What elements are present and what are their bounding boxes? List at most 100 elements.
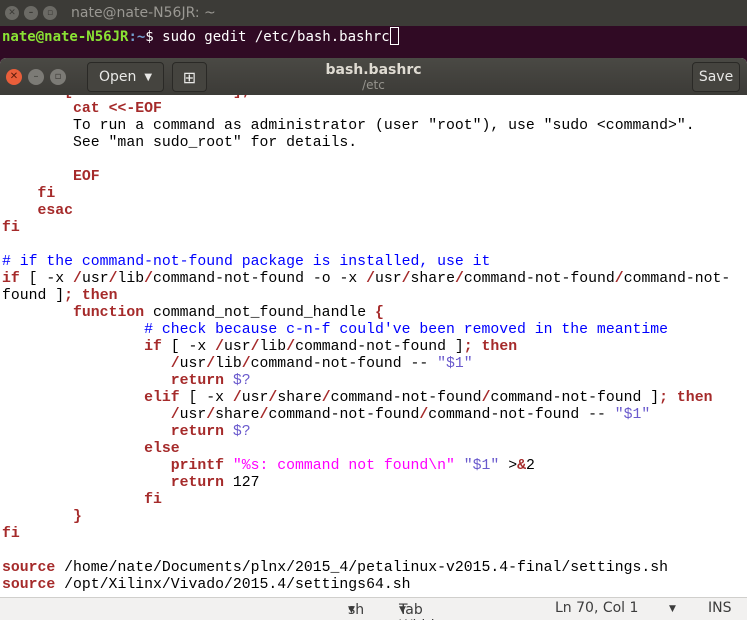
code-token: share: [277, 390, 322, 406]
terminal-minimize-button[interactable]: –: [24, 6, 38, 20]
prompt-path: :~: [128, 29, 146, 45]
code-token: $?: [232, 424, 251, 440]
code-token: /: [366, 271, 376, 287]
new-tab-button[interactable]: ⊞: [172, 62, 207, 92]
code-token: return: [170, 373, 224, 389]
terminal-close-button[interactable]: ✕: [5, 6, 19, 20]
code-token: elif: [144, 390, 180, 406]
code-token: /: [206, 356, 216, 372]
code-token: lib: [259, 339, 287, 355]
open-label: Open: [98, 69, 137, 85]
terminal-maximize-button[interactable]: ▫: [43, 6, 57, 20]
tab-width-selector[interactable]: Tab Width: 8 ▼: [399, 600, 444, 620]
code-token: usr: [241, 390, 269, 406]
code-token: /: [321, 390, 331, 406]
code-token: usr: [81, 271, 109, 287]
code-token: command-not-found ]: [295, 339, 464, 355]
terminal-titlebar: ✕ – ▫ nate@nate-N56JR: ~: [0, 0, 747, 26]
code-token: /: [241, 356, 251, 372]
code-token: lib: [215, 356, 242, 372]
code-line: fi: [2, 186, 730, 203]
code-token: /home/nate/Documents/plnx/2015_4/petalin…: [55, 560, 668, 576]
code-line: return 127: [2, 475, 730, 492]
minimize-button[interactable]: –: [28, 68, 44, 85]
code-token: usr: [224, 339, 251, 355]
code-token: [ -x: [161, 339, 216, 355]
code-token: lib: [117, 271, 145, 287]
code-line: if [ -x /usr/lib/command-not-found ]; th…: [2, 339, 730, 356]
code-line: elif [ -x /usr/share/command-not-found/c…: [2, 390, 730, 407]
code-token: /: [268, 390, 278, 406]
close-button[interactable]: ✕: [6, 68, 22, 85]
code-token: "$1": [463, 458, 500, 474]
new-document-icon: ⊞: [182, 67, 197, 87]
prompt-user: nate@nate-N56JR: [2, 29, 129, 45]
code-line: # if the command-not-found package is in…: [2, 254, 730, 271]
code-token: To run a command as administrator (user …: [2, 118, 695, 134]
code-line: function command_not_found_handle {: [2, 305, 730, 322]
terminal-body[interactable]: nate@nate-N56JR:~$ sudo gedit /etc/bash.…: [0, 26, 747, 60]
save-label: Save: [698, 69, 734, 85]
code-token: # check because c-n-f could've been remo…: [144, 322, 668, 338]
code-token: found ]: [2, 288, 65, 304]
code-token: /: [454, 271, 464, 287]
code-line: /usr/share/command-not-found/command-not…: [2, 407, 730, 424]
open-button[interactable]: Open ▼: [87, 62, 164, 92]
code-token: usr: [179, 356, 207, 372]
code-line: source /opt/Xilinx/Vivado/2015.4/setting…: [2, 577, 730, 594]
code-line: To run a command as administrator (user …: [2, 118, 730, 135]
code-token: share: [215, 407, 260, 423]
code-token: /: [250, 339, 260, 355]
code-token: $?: [232, 373, 251, 389]
code-token: /opt/Xilinx/Vivado/2015.4/settings64.sh: [55, 577, 411, 593]
code-line: fi: [2, 492, 730, 509]
code-token: return: [170, 424, 224, 440]
terminal-title: nate@nate-N56JR: ~: [71, 5, 216, 21]
code-line: source /home/nate/Documents/plnx/2015_4/…: [2, 560, 730, 577]
code-line: found ]; then: [2, 288, 730, 305]
save-button[interactable]: Save: [692, 62, 740, 92]
code-token: fi: [37, 186, 56, 202]
maximize-button[interactable]: ▫: [50, 68, 66, 85]
code-line: printf "%s: command not found\n" "$1" >&…: [2, 458, 730, 475]
code-token: else: [144, 441, 180, 457]
code-token: See "man sudo_root" for details.: [2, 135, 358, 151]
code-token: share: [410, 271, 455, 287]
code-token: fi: [144, 492, 162, 508]
text-editor[interactable]: if [ -x /usr/bin/sudo ]; then cat <<-EOF…: [0, 95, 747, 597]
code-token: 2: [525, 458, 535, 474]
code-token: /: [401, 271, 411, 287]
code-token: if: [2, 271, 20, 287]
code-content: if [ -x /usr/bin/sudo ]; then cat <<-EOF…: [2, 95, 730, 594]
code-line: /usr/lib/command-not-found -- "$1": [2, 356, 730, 373]
code-token: command-not-found: [463, 271, 615, 287]
code-token: command-not-found -o -x: [153, 271, 367, 287]
gedit-window: ✕ – ▫ Open▼ bash.bashrc/etc ⊞ Save if [ …: [0, 58, 747, 620]
code-line: EOF: [2, 169, 730, 186]
code-line: fi: [2, 220, 730, 237]
code-line: else: [2, 441, 730, 458]
code-token: fi: [2, 526, 20, 542]
code-token: cat <<-EOF: [73, 101, 162, 117]
code-token: function: [73, 305, 145, 321]
code-line: fi: [2, 526, 730, 543]
chevron-down-icon[interactable]: ▼: [669, 604, 676, 614]
code-token: esac: [37, 203, 74, 219]
code-line: # check because c-n-f could've been remo…: [2, 322, 730, 339]
code-line: esac: [2, 203, 730, 220]
code-line: if [ -x /usr/lib/command-not-found -o -x…: [2, 271, 730, 288]
language-selector[interactable]: sh ▼: [348, 600, 364, 618]
code-token: command-not-: [623, 271, 731, 287]
code-token: "$1": [614, 407, 651, 423]
